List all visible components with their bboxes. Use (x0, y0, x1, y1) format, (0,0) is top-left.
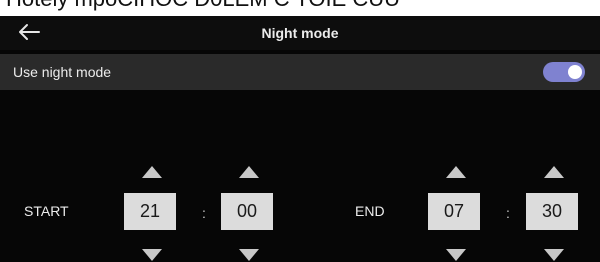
start-hour-field[interactable]: 21 (124, 193, 176, 230)
night-mode-label: Use night mode (13, 64, 112, 80)
end-label: END (355, 203, 385, 219)
toggle-knob (568, 65, 582, 79)
triangle-up-icon (239, 166, 259, 178)
arrow-left-icon (19, 24, 40, 40)
back-button[interactable] (10, 18, 50, 48)
triangle-down-icon (142, 249, 162, 261)
caption-text: Hotely mpoCIHOC D0LEM C TOIE CUU (6, 0, 400, 12)
triangle-down-icon (446, 249, 466, 261)
end-hour-field[interactable]: 07 (428, 193, 480, 230)
triangle-down-icon (544, 249, 564, 261)
night-mode-screen: Night mode Use night mode START 21 : 00 … (0, 16, 600, 262)
end-minute-up-button[interactable] (543, 165, 565, 179)
night-mode-toggle[interactable] (543, 62, 585, 82)
end-separator: : (506, 205, 510, 221)
night-mode-setting-row: Use night mode (0, 54, 600, 90)
page-title: Night mode (261, 25, 339, 41)
start-hour-up-button[interactable] (141, 165, 163, 179)
end-hour-down-button[interactable] (445, 248, 467, 262)
caption-strip: Hotely mpoCIHOC D0LEM C TOIE CUU (0, 0, 600, 16)
end-minute-field[interactable]: 30 (526, 193, 578, 230)
end-hour-up-button[interactable] (445, 165, 467, 179)
start-minute-down-button[interactable] (238, 248, 260, 262)
end-minute-down-button[interactable] (543, 248, 565, 262)
start-minute-field[interactable]: 00 (221, 193, 273, 230)
triangle-up-icon (142, 166, 162, 178)
triangle-up-icon (446, 166, 466, 178)
start-label: START (24, 203, 69, 219)
triangle-down-icon (239, 249, 259, 261)
start-minute-up-button[interactable] (238, 165, 260, 179)
top-bar: Night mode (0, 16, 600, 50)
triangle-up-icon (544, 166, 564, 178)
start-hour-down-button[interactable] (141, 248, 163, 262)
start-separator: : (202, 205, 206, 221)
